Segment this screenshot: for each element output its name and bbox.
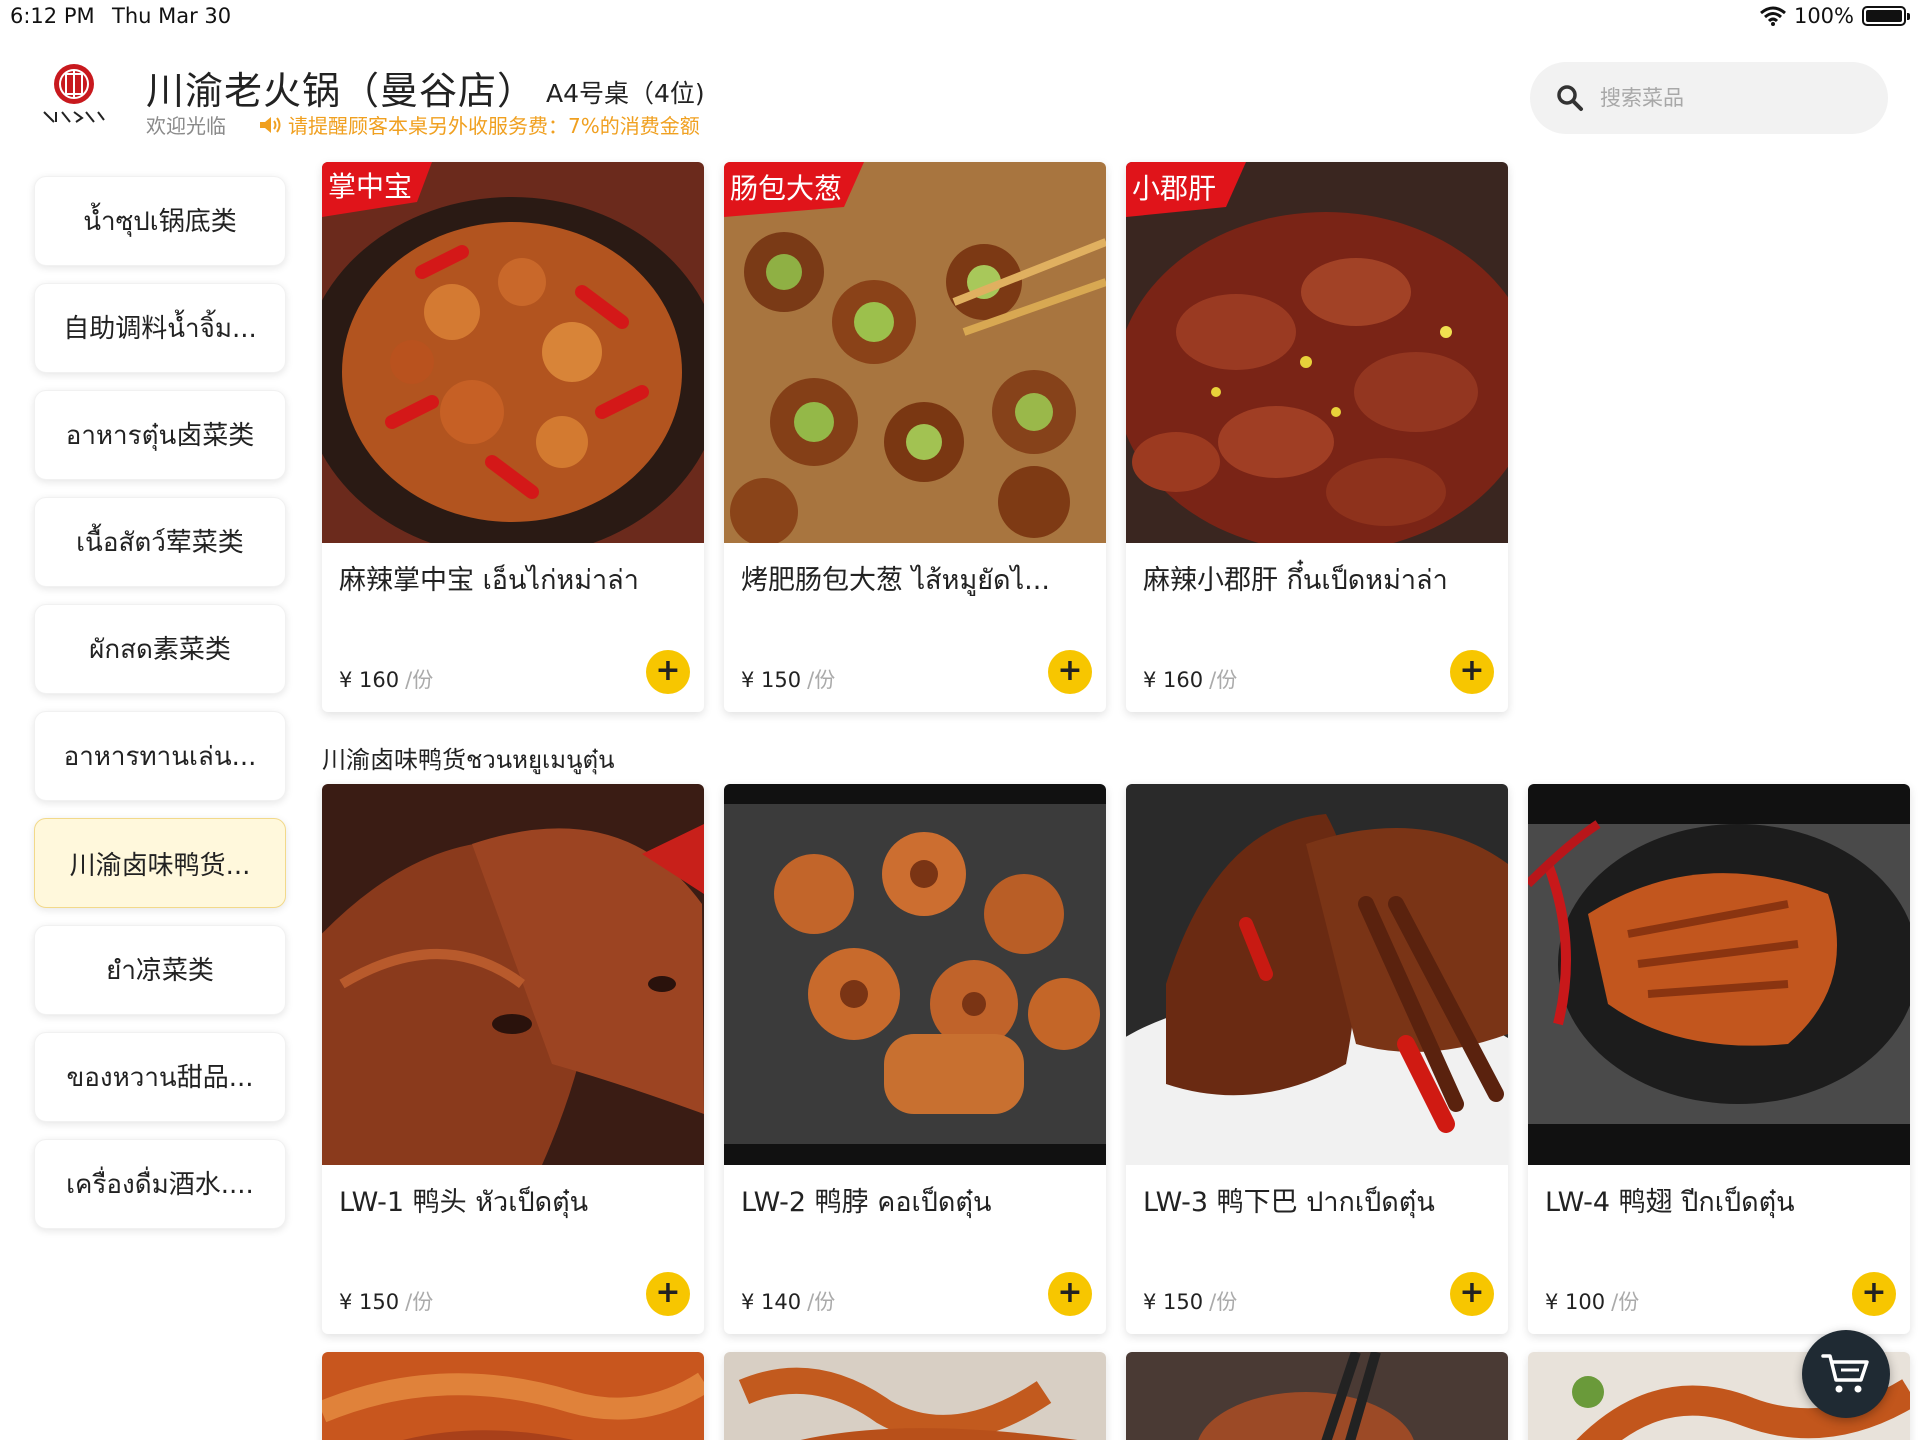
product-photo xyxy=(1126,784,1508,1165)
table-info: A4号桌（4位) xyxy=(546,79,705,108)
status-date: Thu Mar 30 xyxy=(112,4,232,28)
plus-icon: + xyxy=(1057,1274,1083,1310)
price-value: ¥ 150 xyxy=(1143,1290,1204,1314)
welcome-text: 欢迎光临 xyxy=(146,114,226,138)
product-price: ¥ 150/份 xyxy=(1143,1286,1237,1316)
category-item[interactable]: ยำ凉菜类 xyxy=(34,925,286,1015)
menu-page: 6:12 PM Thu Mar 30 100% 川渝老火锅（曼谷店） A4号桌（… xyxy=(0,0,1920,1440)
product-price: ¥ 160/份 xyxy=(1143,664,1237,694)
category-item[interactable]: เครื่องดื่ม酒水.... xyxy=(34,1139,286,1229)
product-photo xyxy=(322,1352,704,1440)
plus-icon: + xyxy=(1459,1274,1485,1310)
notice-text: 请提醒顾客本桌另外收服务费：7%的消费金额 xyxy=(288,114,700,138)
product-name: LW-4 鸭翅 ปีกเป็ดตุ๋น xyxy=(1545,1187,1795,1218)
wifi-icon xyxy=(1759,6,1786,26)
product-photo xyxy=(322,784,704,1165)
product-name: 麻辣掌中宝 เอ็นไก่หม่าล่า xyxy=(339,565,639,596)
plus-icon: + xyxy=(1861,1274,1887,1310)
product-photo xyxy=(724,784,1106,1165)
plus-icon: + xyxy=(655,1274,681,1310)
store-name: 川渝老火锅（曼谷店） xyxy=(146,69,537,113)
status-bar: 6:12 PM Thu Mar 30 100% xyxy=(0,0,1920,36)
price-unit: /份 xyxy=(405,668,434,692)
category-item[interactable]: เนื้อสัตว์荤菜类 xyxy=(34,497,286,587)
search-icon xyxy=(1557,85,1583,111)
product-card[interactable]: LW-1 鸭头 หัวเป็ดตุ๋น ¥ 150/份 + xyxy=(322,784,704,1334)
category-sidebar: น้ำซุปเ锅底类 自助调料น้ำจิ้ม... อาหารตุ๋น卤菜类 เ… xyxy=(34,176,286,1246)
product-price: ¥ 160/份 xyxy=(339,664,433,694)
product-card[interactable] xyxy=(724,1352,1106,1440)
price-unit: /份 xyxy=(1611,1290,1640,1314)
add-to-cart-button[interactable]: + xyxy=(1852,1272,1896,1316)
price-unit: /份 xyxy=(1209,1290,1238,1314)
product-name: 烤肥肠包大葱 ไส้หมูยัดไ... xyxy=(741,565,1050,596)
price-value: ¥ 150 xyxy=(741,668,802,692)
restaurant-logo xyxy=(42,64,106,124)
product-price: ¥ 150/份 xyxy=(339,1286,433,1316)
category-item[interactable]: อาหารทานเล่น... xyxy=(34,711,286,801)
add-to-cart-button[interactable]: + xyxy=(1450,1272,1494,1316)
banner-text: 肠包大葱 xyxy=(730,172,842,205)
category-item[interactable]: ผักสด素菜类 xyxy=(34,604,286,694)
product-photo: 小郡肝 xyxy=(1126,162,1508,543)
banner-text: 掌中宝 xyxy=(328,170,412,203)
add-to-cart-button[interactable]: + xyxy=(646,650,690,694)
section-title: 川渝卤味鸭货ชวนหยูเมนูตุ๋น xyxy=(322,746,615,774)
add-to-cart-button[interactable]: + xyxy=(1048,650,1092,694)
price-value: ¥ 160 xyxy=(339,668,400,692)
price-value: ¥ 140 xyxy=(741,1290,802,1314)
search-input[interactable] xyxy=(1600,86,1860,110)
price-value: ¥ 150 xyxy=(339,1290,400,1314)
cart-button[interactable] xyxy=(1802,1330,1890,1418)
product-card[interactable] xyxy=(1126,1352,1508,1440)
product-photo: 肠包大葱 xyxy=(724,162,1106,543)
product-name: 麻辣小郡肝 กึ๋นเป็ดหม่าล่า xyxy=(1143,565,1448,596)
product-card[interactable]: 肠包大葱 烤肥肠包大葱 ไส้หมูยัดไ... ¥ 150/份 + xyxy=(724,162,1106,712)
plus-icon: + xyxy=(1459,652,1485,688)
product-price: ¥ 100/份 xyxy=(1545,1286,1639,1316)
shopping-cart-icon xyxy=(1821,1354,1869,1393)
battery-icon xyxy=(1862,6,1910,26)
product-name: LW-1 鸭头 หัวเป็ดตุ๋น xyxy=(339,1187,589,1218)
banner-text: 小郡肝 xyxy=(1132,172,1216,205)
product-photo xyxy=(1126,1352,1508,1440)
category-item[interactable]: 自助调料น้ำจิ้ม... xyxy=(34,283,286,373)
battery-percent: 100% xyxy=(1793,4,1854,28)
product-name: LW-3 鸭下巴 ปากเป็ดตุ๋น xyxy=(1143,1187,1435,1218)
plus-icon: + xyxy=(1057,652,1083,688)
product-card[interactable] xyxy=(322,1352,704,1440)
category-item[interactable]: น้ำซุปเ锅底类 xyxy=(34,176,286,266)
product-card[interactable]: LW-3 鸭下巴 ปากเป็ดตุ๋น ¥ 150/份 + xyxy=(1126,784,1508,1334)
product-name: LW-2 鸭脖 คอเป็ดตุ๋น xyxy=(741,1187,992,1218)
search-bar[interactable] xyxy=(1530,62,1888,134)
product-price: ¥ 150/份 xyxy=(741,664,835,694)
price-unit: /份 xyxy=(807,668,836,692)
product-photo: 掌中宝 xyxy=(322,162,704,543)
add-to-cart-button[interactable]: + xyxy=(1450,650,1494,694)
category-item[interactable]: อาหารตุ๋น卤菜类 xyxy=(34,390,286,480)
price-unit: /份 xyxy=(405,1290,434,1314)
price-value: ¥ 100 xyxy=(1545,1290,1606,1314)
category-item-active[interactable]: 川渝卤味鸭货... xyxy=(34,818,286,908)
speaker-icon xyxy=(260,116,281,133)
product-card[interactable]: LW-4 鸭翅 ปีกเป็ดตุ๋น ¥ 100/份 + xyxy=(1528,784,1910,1334)
price-unit: /份 xyxy=(807,1290,836,1314)
service-fee-notice: 请提醒顾客本桌另外收服务费：7%的消费金额 xyxy=(258,110,700,139)
price-unit: /份 xyxy=(1209,668,1238,692)
plus-icon: + xyxy=(655,652,681,688)
product-card[interactable]: LW-2 鸭脖 คอเป็ดตุ๋น ¥ 140/份 + xyxy=(724,784,1106,1334)
category-item[interactable]: ของหวาน甜品... xyxy=(34,1032,286,1122)
price-value: ¥ 160 xyxy=(1143,668,1204,692)
status-time: 6:12 PM xyxy=(10,4,95,28)
add-to-cart-button[interactable]: + xyxy=(646,1272,690,1316)
product-price: ¥ 140/份 xyxy=(741,1286,835,1316)
product-photo xyxy=(724,1352,1106,1440)
product-card[interactable]: 小郡肝 麻辣小郡肝 กึ๋นเป็ดหม่าล่า ¥ 160/份 + xyxy=(1126,162,1508,712)
status-indicators: 100% xyxy=(1759,4,1910,28)
product-photo xyxy=(1528,784,1910,1165)
add-to-cart-button[interactable]: + xyxy=(1048,1272,1092,1316)
product-card[interactable]: 掌中宝 麻辣掌中宝 เอ็นไก่หม่าล่า ¥ 160/份 + xyxy=(322,162,704,712)
